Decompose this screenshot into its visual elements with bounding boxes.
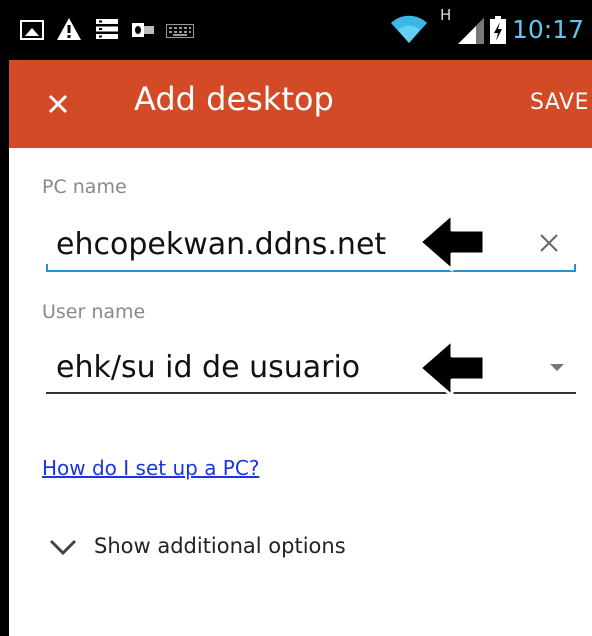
user-name-label: User name [42, 301, 146, 323]
app-bar: Add desktop SAVE [0, 60, 592, 148]
annotation-arrow-icon [418, 212, 486, 272]
user-name-value: ehk/su id de usuario [56, 350, 361, 385]
dropdown-caret-icon [550, 364, 564, 371]
additional-options-label: Show additional options [94, 534, 346, 558]
user-name-underline [46, 392, 576, 394]
close-icon[interactable] [40, 86, 76, 122]
pc-name-underline [46, 264, 576, 272]
phone-screen: H 10:17 Add desktop SAVE PC name User na… [0, 0, 592, 636]
list-icon [96, 19, 118, 39]
pc-name-label: PC name [42, 176, 127, 198]
user-name-dropdown[interactable]: ehk/su id de usuario [46, 340, 576, 394]
signal-icon [458, 18, 484, 44]
status-time: 10:17 [512, 15, 585, 44]
battery-icon [490, 16, 506, 44]
status-bar: H 10:17 [0, 0, 592, 60]
wifi-icon [391, 15, 427, 43]
annotation-arrow-icon [418, 338, 486, 398]
setup-help-link[interactable]: How do I set up a PC? [42, 456, 259, 480]
clear-icon[interactable] [536, 230, 562, 256]
keyboard-icon [166, 24, 194, 38]
network-type: H [440, 6, 452, 24]
pc-name-input[interactable] [46, 216, 576, 272]
device-frame [0, 0, 9, 636]
warning-icon [57, 18, 81, 40]
chevron-down-icon [49, 539, 77, 556]
gallery-icon [20, 20, 44, 40]
outlook-icon [132, 23, 154, 37]
page-title: Add desktop [134, 80, 334, 118]
save-button[interactable]: SAVE [530, 90, 589, 115]
